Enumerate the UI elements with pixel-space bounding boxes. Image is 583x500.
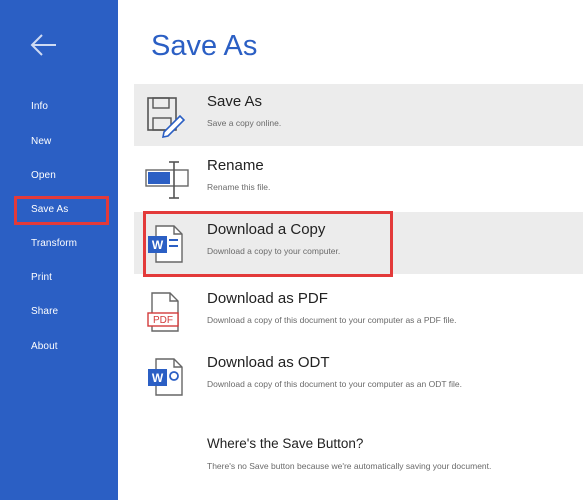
save-button-help-description: There's no Save button because we're aut… [207,461,492,471]
option-title: Download as PDF [207,290,328,307]
sidebar-item-new[interactable]: New [31,136,51,147]
sidebar: Info New Open Save As Transform Print Sh… [0,0,118,500]
odt-icon: W [148,358,183,396]
sidebar-item-transform[interactable]: Transform [31,238,77,249]
page-title: Save As [151,30,258,62]
svg-text:W: W [152,371,164,385]
option-save-as[interactable]: Save As Save a copy online. [134,84,583,146]
rename-icon [145,161,189,199]
arrow-left-icon [30,34,56,56]
option-rename[interactable]: Rename Rename this file. [134,148,583,210]
sidebar-item-print[interactable]: Print [31,272,52,283]
option-description: Rename this file. [207,182,271,192]
save-as-icon [147,97,186,138]
pdf-icon: PDF [147,292,179,332]
download-copy-highlight-box [143,211,393,277]
pdf-icon-label: PDF [153,315,173,326]
option-description: Download a copy of this document to your… [207,315,457,325]
sidebar-item-share[interactable]: Share [31,306,58,317]
option-title: Download as ODT [207,354,330,371]
sidebar-item-about[interactable]: About [31,341,58,352]
save-as-highlight-box [14,196,109,225]
save-button-help-title: Where's the Save Button? [207,436,364,451]
option-download-pdf[interactable]: PDF Download as PDF Download a copy of t… [134,281,583,343]
sidebar-item-info[interactable]: Info [31,101,48,112]
back-button[interactable] [26,30,62,60]
sidebar-item-open[interactable]: Open [31,170,56,181]
option-download-odt[interactable]: W Download as ODT Download a copy of thi… [134,345,583,407]
option-description: Save a copy online. [207,118,282,128]
option-title: Rename [207,157,264,174]
option-title: Save As [207,93,263,110]
option-description: Download a copy of this document to your… [207,379,462,389]
